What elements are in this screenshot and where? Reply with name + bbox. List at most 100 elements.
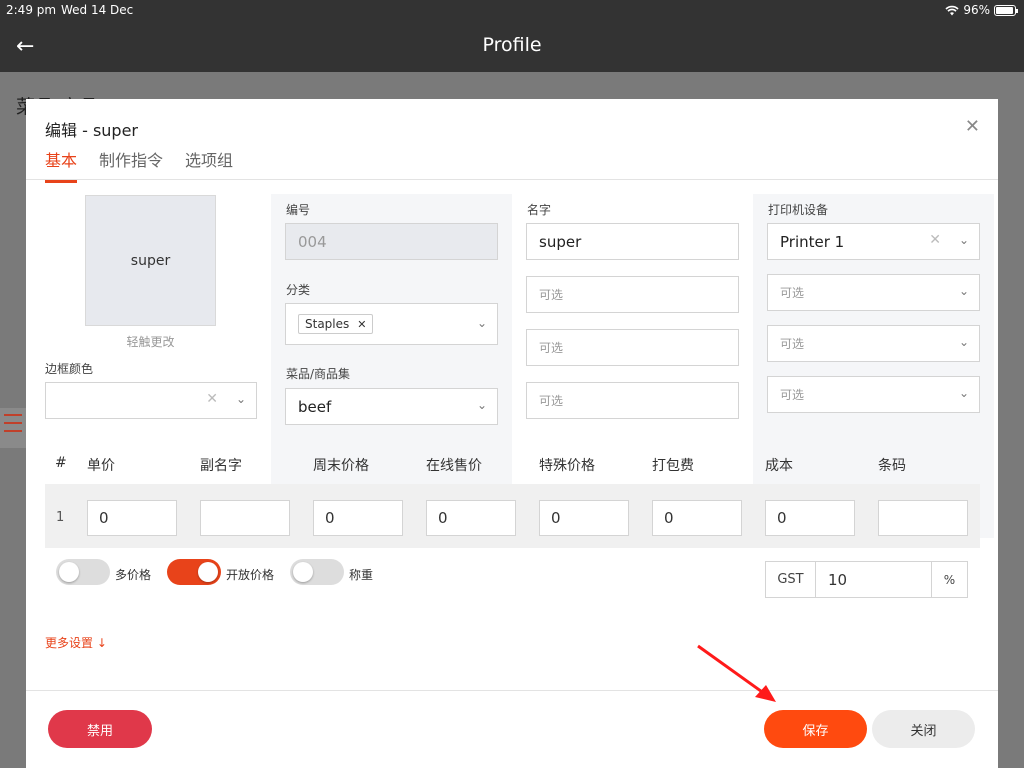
printer-placeholder: 可选 xyxy=(780,286,805,300)
cell-value: 0 xyxy=(777,509,787,527)
more-settings-link[interactable]: 更多设置 ↓ xyxy=(45,634,107,651)
weekend-price-input[interactable]: 0 xyxy=(313,500,403,536)
weighing-toggle[interactable] xyxy=(290,559,344,585)
image-hint: 轻触更改 xyxy=(126,335,175,349)
category-select[interactable]: Staples ✕ ⌄ xyxy=(285,303,498,345)
col-header-packing-fee: 打包费 xyxy=(652,458,694,474)
tab-bar: 基本 制作指令 选项组 xyxy=(45,147,233,183)
alt-name-placeholder: 可选 xyxy=(539,288,564,302)
packing-fee-input[interactable]: 0 xyxy=(652,500,742,536)
code-field: 004 xyxy=(285,223,498,260)
col-header-num: # xyxy=(55,455,67,471)
page-title: Profile xyxy=(482,34,542,56)
cell-value: 0 xyxy=(551,509,561,527)
online-price-input[interactable]: 0 xyxy=(426,500,516,536)
border-color-label: 边框颜色 xyxy=(45,362,94,376)
item-set-value: beef xyxy=(298,397,332,416)
status-bar: 2:49 pm Wed 14 Dec 96% xyxy=(0,0,1024,20)
status-date: Wed 14 Dec xyxy=(61,3,134,17)
sub-name-input[interactable] xyxy=(200,500,290,536)
col-header-sub-name: 副名字 xyxy=(200,458,242,474)
name-input[interactable]: super xyxy=(526,223,739,260)
toggle-knob xyxy=(293,562,313,582)
col-header-barcode: 条码 xyxy=(878,458,906,474)
row-number: 1 xyxy=(56,510,65,525)
tax-prefix: GST xyxy=(766,562,816,597)
cell-value: 0 xyxy=(664,509,674,527)
save-button[interactable]: 保存 xyxy=(764,710,867,748)
edit-modal: 编辑 - super ✕ 基本 制作指令 选项组 super 轻触更改 边框颜色… xyxy=(26,99,998,768)
col-header-special-price: 特殊价格 xyxy=(539,458,595,474)
alt-name-input-1[interactable]: 可选 xyxy=(526,276,739,313)
col-header-weekend-price: 周末价格 xyxy=(313,458,369,474)
tax-input[interactable]: 10 xyxy=(816,562,931,597)
tab-option-groups[interactable]: 选项组 xyxy=(185,147,233,183)
printer-select-4[interactable]: 可选 ⌄ xyxy=(767,376,980,413)
item-image[interactable]: super xyxy=(85,195,216,326)
barcode-input[interactable] xyxy=(878,500,968,536)
printer-placeholder: 可选 xyxy=(780,337,805,351)
name-label: 名字 xyxy=(527,203,552,217)
disable-button[interactable]: 禁用 xyxy=(48,710,152,748)
footer-divider xyxy=(26,690,998,691)
tabs-divider xyxy=(26,179,998,180)
item-image-text: super xyxy=(130,252,171,269)
weighing-label: 称重 xyxy=(349,568,374,582)
tax-field: GST 10 % xyxy=(765,561,968,598)
modal-title: 编辑 - super xyxy=(45,121,139,140)
printer-value: Printer 1 xyxy=(780,232,845,251)
multi-price-toggle[interactable] xyxy=(56,559,110,585)
special-price-input[interactable]: 0 xyxy=(539,500,629,536)
border-color-select[interactable]: ✕ ⌄ xyxy=(45,382,257,419)
category-tag-label: Staples xyxy=(305,317,350,331)
status-right: 96% xyxy=(945,3,1018,17)
printer-select-2[interactable]: 可选 ⌄ xyxy=(767,274,980,311)
multi-price-label: 多价格 xyxy=(115,568,152,582)
open-price-label: 开放价格 xyxy=(226,568,275,582)
cost-input[interactable]: 0 xyxy=(765,500,855,536)
tax-suffix: % xyxy=(931,562,967,597)
printer-select[interactable]: Printer 1 ✕ ⌄ xyxy=(767,223,980,260)
chevron-down-icon: ⌄ xyxy=(958,284,969,298)
unit-price-input[interactable]: 0 xyxy=(87,500,177,536)
cell-value: 0 xyxy=(99,509,109,527)
open-price-toggle[interactable] xyxy=(167,559,221,585)
close-button[interactable]: 关闭 xyxy=(872,710,975,748)
app-bar: ← Profile xyxy=(0,20,1024,72)
printer-label: 打印机设备 xyxy=(768,203,829,217)
status-time: 2:49 pm xyxy=(6,3,57,17)
battery-percent: 96% xyxy=(963,3,990,17)
category-label: 分类 xyxy=(286,283,311,297)
toggle-knob xyxy=(198,562,218,582)
cell-value: 0 xyxy=(438,509,448,527)
chevron-down-icon: ⌄ xyxy=(235,392,246,406)
alt-name-input-2[interactable]: 可选 xyxy=(526,329,739,366)
tab-instructions[interactable]: 制作指令 xyxy=(99,147,163,183)
alt-name-input-3[interactable]: 可选 xyxy=(526,382,739,419)
chevron-down-icon: ⌄ xyxy=(958,233,969,247)
code-value: 004 xyxy=(298,232,327,251)
chevron-down-icon: ⌄ xyxy=(958,386,969,400)
col-header-cost: 成本 xyxy=(765,458,793,474)
chevron-down-icon: ⌄ xyxy=(476,398,487,412)
category-tag: Staples ✕ xyxy=(298,314,374,334)
alt-name-placeholder: 可选 xyxy=(539,394,564,408)
code-label: 编号 xyxy=(286,203,311,217)
printer-placeholder: 可选 xyxy=(780,388,805,402)
item-set-select[interactable]: beef ⌄ xyxy=(285,388,498,425)
chevron-down-icon: ⌄ xyxy=(958,335,969,349)
close-icon[interactable]: ✕ xyxy=(965,116,980,137)
alt-name-placeholder: 可选 xyxy=(539,341,564,355)
battery-fill xyxy=(996,6,1014,14)
battery-icon xyxy=(994,4,1018,16)
clear-icon[interactable]: ✕ xyxy=(929,232,941,248)
tab-basic[interactable]: 基本 xyxy=(45,147,78,183)
item-set-label: 菜品/商品集 xyxy=(286,367,351,381)
name-value: super xyxy=(539,232,582,251)
chevron-down-icon: ⌄ xyxy=(476,316,487,330)
col-header-unit-price: 单价 xyxy=(87,458,115,474)
tag-remove-icon[interactable]: ✕ xyxy=(357,318,366,331)
printer-select-3[interactable]: 可选 ⌄ xyxy=(767,325,980,362)
menu-icon xyxy=(0,408,26,448)
clear-icon[interactable]: ✕ xyxy=(206,391,218,407)
